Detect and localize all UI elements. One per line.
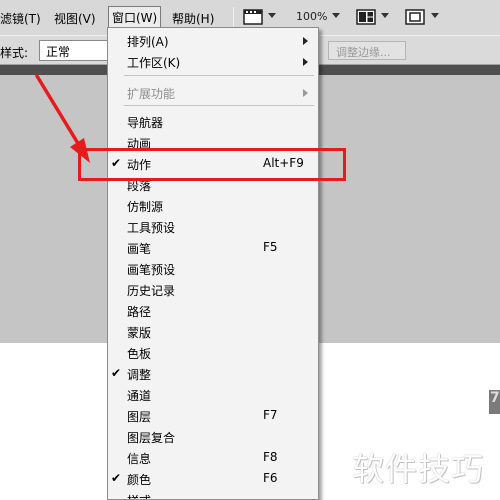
menu-window[interactable]: 窗口(W) xyxy=(108,6,162,28)
arrange-documents-icon[interactable] xyxy=(356,8,376,29)
menubar-divider xyxy=(233,7,234,27)
menu-item-tool-presets[interactable]: 工具预设 xyxy=(108,216,318,237)
menu-item-label: 通道 xyxy=(127,389,152,403)
menu-item-label: 色板 xyxy=(127,347,152,361)
menu-item-layer-comps[interactable]: 图层复合 xyxy=(108,426,318,447)
submenu-arrow-icon xyxy=(303,58,308,66)
menu-item-label: 工作区(K) xyxy=(127,56,181,70)
menu-item-adjustments[interactable]: ✔ 调整 xyxy=(108,363,318,384)
menu-item-label: 画笔 xyxy=(127,242,152,256)
submenu-arrow-icon xyxy=(303,37,308,45)
menu-item-label: 信息 xyxy=(127,452,152,466)
menu-item-swatches[interactable]: 色板 xyxy=(108,342,318,363)
zoom-dropdown-arrow[interactable] xyxy=(332,13,340,18)
menu-item-label: 蒙版 xyxy=(127,326,152,340)
arrange-dropdown-arrow[interactable] xyxy=(381,13,389,18)
menu-item-label: 排列(A) xyxy=(127,35,169,49)
menu-item-channels[interactable]: 通道 xyxy=(108,384,318,405)
menu-item-label: 导航器 xyxy=(127,116,164,130)
menu-item-label: 扩展功能 xyxy=(127,87,176,101)
screen-mode-icon[interactable] xyxy=(243,8,263,29)
menu-item-info[interactable]: 信息 F8 xyxy=(108,447,318,468)
menu-item-shortcut: F5 xyxy=(263,240,278,254)
menu-item-workspace[interactable]: 工作区(K) xyxy=(108,51,318,72)
full-screen-dropdown-arrow[interactable] xyxy=(431,13,439,18)
menu-item-styles[interactable]: 样式 xyxy=(108,489,318,499)
menu-help[interactable]: 帮助(H) xyxy=(172,10,214,27)
menu-view[interactable]: 视图(V) xyxy=(54,10,96,27)
menu-item-shortcut: F6 xyxy=(263,471,278,485)
menu-divider xyxy=(124,75,314,76)
menu-item-label: 图层 xyxy=(127,410,152,424)
menu-item-paths[interactable]: 路径 xyxy=(108,300,318,321)
menu-item-shortcut: F8 xyxy=(263,450,278,464)
adjust-edge-button: 调整边缘... xyxy=(328,41,406,60)
menu-item-label: 仿制源 xyxy=(127,200,164,214)
menu-item-clone-source[interactable]: 仿制源 xyxy=(108,195,318,216)
menu-item-layers[interactable]: 图层 F7 xyxy=(108,405,318,426)
menu-item-label: 图层复合 xyxy=(127,431,176,445)
submenu-arrow-icon xyxy=(303,89,308,97)
menu-divider xyxy=(124,105,314,106)
screen-mode-dropdown-arrow[interactable] xyxy=(268,13,276,18)
style-select[interactable]: 正常 xyxy=(39,40,111,61)
menu-item-label: 路径 xyxy=(127,305,152,319)
menu-item-extensions: 扩展功能 xyxy=(108,82,318,103)
style-label: 样式: xyxy=(0,46,29,60)
menu-item-brush-presets[interactable]: 画笔预设 xyxy=(108,258,318,279)
menu-item-label: 样式 xyxy=(127,492,151,499)
menu-item-shortcut: F7 xyxy=(263,408,278,422)
checkmark-icon: ✔ xyxy=(111,366,122,380)
menu-item-label: 颜色 xyxy=(127,473,152,487)
menu-item-masks[interactable]: 蒙版 xyxy=(108,321,318,342)
menu-item-history[interactable]: 历史记录 xyxy=(108,279,318,300)
checkmark-icon: ✔ xyxy=(111,471,122,485)
full-screen-icon[interactable] xyxy=(404,8,426,29)
annotation-highlight-box xyxy=(78,148,346,181)
menu-item-label: 调整 xyxy=(127,368,152,382)
menu-item-label: 历史记录 xyxy=(127,284,176,298)
menu-filter[interactable]: 滤镜(T) xyxy=(0,10,41,27)
zoom-level[interactable]: 100% xyxy=(296,10,327,23)
watermark-text: 软件技巧 xyxy=(352,450,485,488)
menu-item-label: 画笔预设 xyxy=(127,263,176,277)
menu-item-label: 工具预设 xyxy=(127,221,176,235)
window-menu-dropdown: 排列(A) 工作区(K) 扩展功能 导航器 动画 ✔ 动作 Alt+F9 段落 … xyxy=(107,27,319,500)
menu-item-color[interactable]: ✔ 颜色 F6 xyxy=(108,468,318,489)
menu-item-brush[interactable]: 画笔 F5 xyxy=(108,237,318,258)
menu-item-navigator[interactable]: 导航器 xyxy=(108,111,318,132)
menu-item-arrange[interactable]: 排列(A) xyxy=(108,30,318,51)
canvas-edge-glyph: 7 xyxy=(489,390,500,414)
